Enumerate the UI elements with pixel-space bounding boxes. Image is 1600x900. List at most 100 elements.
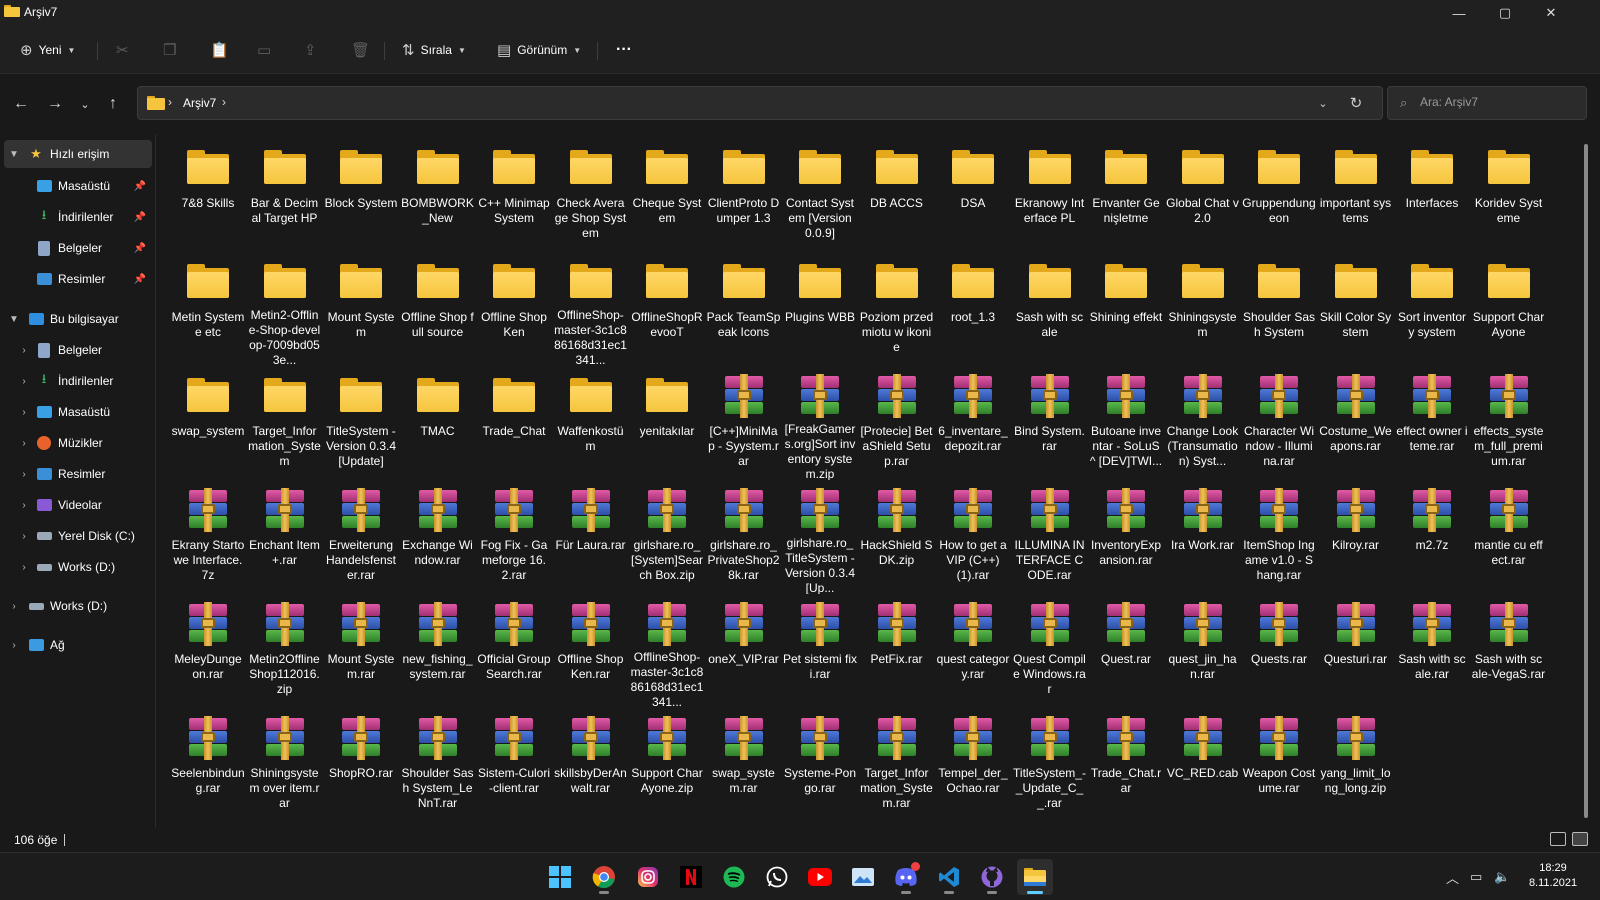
archive-file-item[interactable]: Seelenbindung.rar [170, 708, 246, 822]
chevron-down-icon[interactable]: ⌄ [1313, 93, 1333, 113]
archive-file-item[interactable]: Sistem-Culori-client.rar [476, 708, 552, 822]
archive-file-item[interactable]: VC_RED.cab [1165, 708, 1241, 822]
archive-file-item[interactable]: Fog Fix - Gameforge 16.2.rar [476, 480, 552, 594]
large-icons-view-icon[interactable] [1572, 832, 1588, 846]
archive-file-item[interactable]: OfflineShop-master-3c1c886168d31ec1341..… [629, 594, 705, 708]
delete-button[interactable]: 🗑 [345, 36, 376, 64]
view-button[interactable]: ▤ Görünüm ▼ [491, 36, 587, 64]
archive-file-item[interactable]: Change Look (Transumation) Syst... [1165, 366, 1241, 480]
archive-file-item[interactable]: Target_Information_System.rar [859, 708, 935, 822]
sidebar-item-pc-pictures[interactable]: › Resimler [4, 460, 152, 488]
folder-item[interactable]: Interfaces [1394, 138, 1470, 252]
archive-file-item[interactable]: Tempel_der_Ochao.rar [935, 708, 1011, 822]
archive-file-item[interactable]: Ira Work.rar [1165, 480, 1241, 594]
folder-item[interactable]: Shoulder Sash System [1241, 252, 1317, 366]
archive-file-item[interactable]: skillsbyDerAnwalt.rar [553, 708, 629, 822]
archive-file-item[interactable]: Sash with scale-VegaS.rar [1471, 594, 1547, 708]
start-icon[interactable] [542, 859, 578, 895]
folder-item[interactable]: Plugins WBB [782, 252, 858, 366]
archive-file-item[interactable]: [FreakGamers.org]Sort inventory system.z… [782, 366, 858, 480]
chevron-right-icon[interactable]: › [18, 376, 30, 387]
minimize-button[interactable]: — [1436, 0, 1482, 26]
folder-item[interactable]: 7&8 Skills [170, 138, 246, 252]
folder-item[interactable]: Skill Color System [1318, 252, 1394, 366]
folder-item[interactable]: Check Average Shop System [553, 138, 629, 252]
archive-file-item[interactable]: quest_jin_han.rar [1165, 594, 1241, 708]
folder-item[interactable]: Cheque System [629, 138, 705, 252]
photos-icon[interactable] [845, 859, 881, 895]
archive-file-item[interactable]: Pet sistemi fixi.rar [782, 594, 858, 708]
folder-item[interactable]: Shining effekt [1088, 252, 1164, 366]
archive-file-item[interactable]: Shoulder Sash System_LeNnT.rar [400, 708, 476, 822]
archive-file-item[interactable]: 6_inventare_depozit.rar [935, 366, 1011, 480]
up-arrow-icon[interactable]: ↑ [98, 90, 128, 118]
chevron-down-icon[interactable]: ▼ [8, 314, 20, 325]
archive-file-item[interactable]: Quest Compile Windows.rar [1012, 594, 1088, 708]
sidebar-item-local-disk[interactable]: › Yerel Disk (C:) [4, 522, 152, 550]
archive-file-item[interactable]: Offline Shop Ken.rar [553, 594, 629, 708]
archive-file-item[interactable]: ShopRO.rar [323, 708, 399, 822]
folder-item[interactable]: Pack TeamSpeak Icons [706, 252, 782, 366]
discord-icon[interactable] [888, 859, 924, 895]
archive-file-item[interactable]: Für Laura.rar [553, 480, 629, 594]
sidebar-item-desktop[interactable]: Masaüstü 📌 [4, 172, 152, 200]
folder-item[interactable]: Koridev Systeme [1471, 138, 1547, 252]
chevron-right-icon[interactable]: › [18, 345, 30, 356]
details-view-icon[interactable] [1550, 832, 1566, 846]
folder-item[interactable]: Offline Shop Ken [476, 252, 552, 366]
archive-file-item[interactable]: effect owner iteme.rar [1394, 366, 1470, 480]
folder-item[interactable]: important systems [1318, 138, 1394, 252]
show-hidden-icons-chevron-icon[interactable]: ︿ [1446, 853, 1459, 900]
archive-file-item[interactable]: girlshare.ro_[System]Search Box.zip [629, 480, 705, 594]
archive-file-item[interactable]: yang_limit_long_long.zip [1318, 708, 1394, 822]
github-icon[interactable] [974, 859, 1010, 895]
archive-file-item[interactable]: ItemShop Ingame v1.0 - Shang.rar [1241, 480, 1317, 594]
chrome-icon[interactable] [586, 859, 622, 895]
folder-item[interactable]: Metin2-Offline-Shop-develop-7009bd053e..… [247, 252, 323, 366]
sidebar-item-pc-downloads[interactable]: › ⭳ İndirilenler [4, 367, 152, 395]
archive-file-item[interactable]: Official Group Search.rar [476, 594, 552, 708]
archive-file-item[interactable]: TitleSystem_-_Update_C__.rar [1012, 708, 1088, 822]
volume-icon[interactable]: 🔈 [1494, 853, 1510, 900]
youtube-icon[interactable] [802, 859, 838, 895]
archive-file-item[interactable]: effects_system_full_premium.rar [1471, 366, 1547, 480]
archive-file-item[interactable]: Shiningsystem over item.rar [247, 708, 323, 822]
folder-item[interactable]: OfflineShopRevooT [629, 252, 705, 366]
maximize-button[interactable]: ▢ [1482, 0, 1528, 26]
cut-button[interactable]: ✂ [110, 36, 135, 64]
folder-item[interactable]: Envanter Genişletme [1088, 138, 1164, 252]
network-icon[interactable]: ▭ [1470, 853, 1482, 900]
folder-item[interactable]: Bar & Decimal Target HP [247, 138, 323, 252]
archive-file-item[interactable]: swap_system.rar [706, 708, 782, 822]
close-button[interactable]: ✕ [1528, 0, 1574, 26]
archive-file-item[interactable]: Bind System.rar [1012, 366, 1088, 480]
breadcrumb-item[interactable]: Arşiv7 [183, 96, 216, 110]
folder-item[interactable]: TMAC [400, 366, 476, 480]
folder-item[interactable]: Waffenkostüm [553, 366, 629, 480]
folder-item[interactable]: Sort inventory system [1394, 252, 1470, 366]
sidebar-item-network[interactable]: › Ağ [4, 631, 152, 659]
more-options-button[interactable]: ··· [610, 36, 638, 64]
folder-item[interactable]: Gruppendungeon [1241, 138, 1317, 252]
folder-item[interactable]: Global Chat v2.0 [1165, 138, 1241, 252]
sidebar-item-downloads[interactable]: ⭳ İndirilenler 📌 [4, 203, 152, 231]
folder-item[interactable]: OfflineShop-master-3c1c886168d31ec1341..… [553, 252, 629, 366]
chevron-right-icon[interactable]: › [18, 562, 30, 573]
folder-item[interactable]: BOMBWORK_New [400, 138, 476, 252]
vertical-scrollbar[interactable] [1584, 144, 1588, 818]
archive-file-item[interactable]: [Protecie] BetaShield Setup.rar [859, 366, 935, 480]
sidebar-item-pc-documents[interactable]: › Belgeler [4, 336, 152, 364]
rename-button[interactable]: ▭ [251, 36, 277, 64]
netflix-icon[interactable] [673, 859, 709, 895]
archive-file-item[interactable]: Mount System.rar [323, 594, 399, 708]
chevron-right-icon[interactable]: › [8, 640, 20, 651]
chevron-down-icon[interactable]: ▼ [8, 149, 20, 160]
archive-file-item[interactable]: Trade_Chat.rar [1088, 708, 1164, 822]
sidebar-item-pc-desktop[interactable]: › Masaüstü [4, 398, 152, 426]
pin-icon[interactable]: 📌 [134, 243, 146, 254]
pin-icon[interactable]: 📌 [134, 212, 146, 223]
archive-file-item[interactable]: Kilroy.rar [1318, 480, 1394, 594]
folder-item[interactable]: Block System [323, 138, 399, 252]
folder-item[interactable]: TitleSystem - Version 0.3.4 [Update] [323, 366, 399, 480]
chevron-right-icon[interactable]: › [18, 407, 30, 418]
